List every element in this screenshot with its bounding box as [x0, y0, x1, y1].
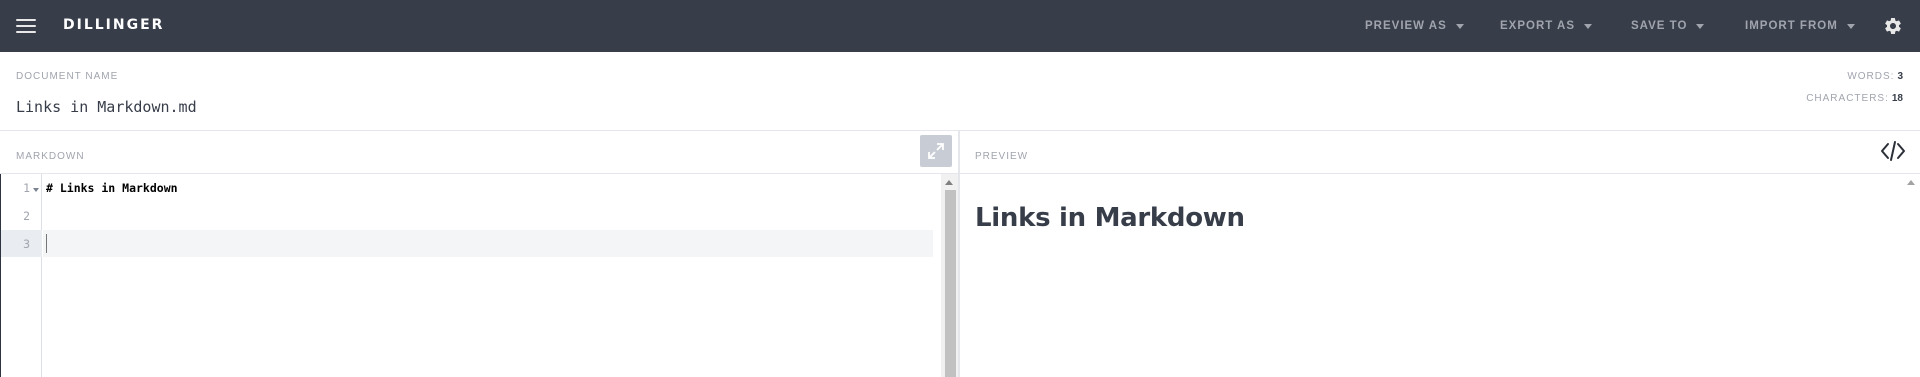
- preview-heading: Links in Markdown: [975, 203, 1245, 233]
- text-cursor: [46, 234, 47, 253]
- word-count: WORDS: 3: [1847, 71, 1903, 82]
- save-to-menu[interactable]: SAVE TO: [1631, 20, 1705, 32]
- line-number: 1: [23, 181, 30, 195]
- export-as-label: EXPORT AS: [1500, 20, 1576, 32]
- active-line-highlight: [43, 230, 933, 257]
- pane-header-divider: [0, 173, 1920, 174]
- character-count-label: CHARACTERS:: [1806, 93, 1889, 104]
- caret-down-icon: [1696, 23, 1705, 29]
- caret-down-icon: [1455, 23, 1464, 29]
- preview-scrollbar[interactable]: [1903, 174, 1920, 377]
- preview-as-menu[interactable]: PREVIEW AS: [1365, 20, 1464, 32]
- top-navbar: DILLINGER PREVIEW AS EXPORT AS SAVE TO I…: [0, 0, 1920, 52]
- header-divider: [0, 130, 1920, 131]
- scroll-up-arrow-icon[interactable]: [1907, 180, 1915, 185]
- character-count-value: 18: [1891, 93, 1903, 104]
- gear-icon[interactable]: [1883, 16, 1903, 36]
- import-from-label: IMPORT FROM: [1745, 20, 1838, 32]
- expand-editor-button[interactable]: [920, 135, 952, 167]
- scroll-up-arrow-icon[interactable]: [945, 180, 953, 185]
- editor-line[interactable]: # Links in Markdown: [46, 181, 178, 195]
- pane-splitter[interactable]: [958, 130, 960, 377]
- line-number: 3: [23, 237, 30, 251]
- import-from-menu[interactable]: IMPORT FROM: [1745, 20, 1855, 32]
- caret-down-icon: [1846, 23, 1855, 29]
- word-count-value: 3: [1897, 71, 1903, 82]
- code-icon[interactable]: [1880, 139, 1906, 163]
- expand-icon: [928, 143, 944, 159]
- hamburger-menu-icon[interactable]: [16, 18, 36, 34]
- editor-scrollbar-thumb[interactable]: [945, 190, 956, 377]
- line-number-gutter: [0, 174, 42, 377]
- export-as-menu[interactable]: EXPORT AS: [1500, 20, 1593, 32]
- caret-down-icon: [1584, 23, 1593, 29]
- save-to-label: SAVE TO: [1631, 20, 1688, 32]
- word-count-label: WORDS:: [1847, 71, 1895, 82]
- line-number: 2: [23, 209, 30, 223]
- document-name-label: DOCUMENT NAME: [16, 71, 119, 82]
- app-brand: DILLINGER: [63, 17, 165, 33]
- character-count: CHARACTERS: 18: [1806, 93, 1903, 104]
- preview-pane-label: PREVIEW: [975, 151, 1029, 162]
- preview-as-label: PREVIEW AS: [1365, 20, 1447, 32]
- markdown-pane-label: MARKDOWN: [16, 151, 85, 162]
- document-name-input[interactable]: [16, 98, 616, 116]
- fold-arrow-icon[interactable]: [33, 188, 39, 192]
